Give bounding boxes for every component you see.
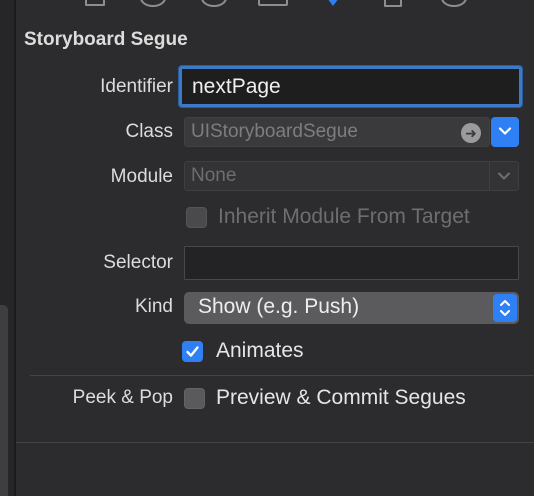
- animates-label: Animates: [216, 339, 304, 362]
- module-dropdown-button[interactable]: [489, 162, 518, 190]
- identifier-value: nextPage: [192, 75, 281, 98]
- preview-commit-label: Preview & Commit Segues: [216, 386, 466, 409]
- module-value: None: [191, 165, 237, 186]
- preview-commit-checkbox[interactable]: [184, 388, 205, 409]
- help-icon[interactable]: [201, 0, 227, 7]
- segue-attributes-inspector: Storyboard Segue Identifier nextPage Cla…: [0, 0, 534, 496]
- checkmark-icon: [186, 346, 199, 357]
- peek-pop-label: Peek & Pop: [72, 387, 173, 408]
- inherit-module-checkbox[interactable]: [186, 207, 207, 228]
- kind-label: Kind: [134, 296, 173, 317]
- inherit-module-label: Inherit Module From Target: [218, 205, 470, 228]
- selector-field[interactable]: [184, 246, 519, 280]
- section-title: Storyboard Segue: [24, 29, 188, 50]
- connections-icon[interactable]: [441, 0, 467, 7]
- identifier-field[interactable]: nextPage: [179, 66, 522, 107]
- size-icon[interactable]: [384, 0, 402, 7]
- up-down-chevron-icon: [500, 300, 510, 316]
- class-value: UIStoryboardSegue: [191, 121, 358, 142]
- chevron-down-icon: [498, 172, 510, 180]
- class-label: Class: [125, 121, 173, 142]
- class-field[interactable]: UIStoryboardSegue ➜: [184, 117, 490, 147]
- identifier-label: Identifier: [100, 76, 173, 97]
- divider: [16, 442, 534, 443]
- animates-checkbox[interactable]: [182, 341, 203, 362]
- module-label: Module: [110, 166, 173, 187]
- identity-icon[interactable]: [258, 0, 288, 6]
- left-panel-edge: [0, 0, 16, 496]
- file-icon[interactable]: [85, 0, 105, 6]
- kind-value: Show (e.g. Push): [198, 295, 360, 318]
- selector-label: Selector: [103, 252, 173, 273]
- kind-popup[interactable]: Show (e.g. Push): [184, 292, 519, 324]
- go-to-class-icon[interactable]: ➜: [461, 123, 481, 143]
- divider: [30, 375, 534, 376]
- history-icon[interactable]: [140, 0, 166, 7]
- kind-stepper[interactable]: [493, 294, 517, 322]
- attributes-icon[interactable]: [324, 0, 342, 6]
- scrollbar-thumb[interactable]: [0, 305, 8, 496]
- chevron-down-icon: [498, 127, 512, 135]
- class-dropdown-button[interactable]: [491, 117, 519, 147]
- module-field[interactable]: None: [184, 161, 519, 191]
